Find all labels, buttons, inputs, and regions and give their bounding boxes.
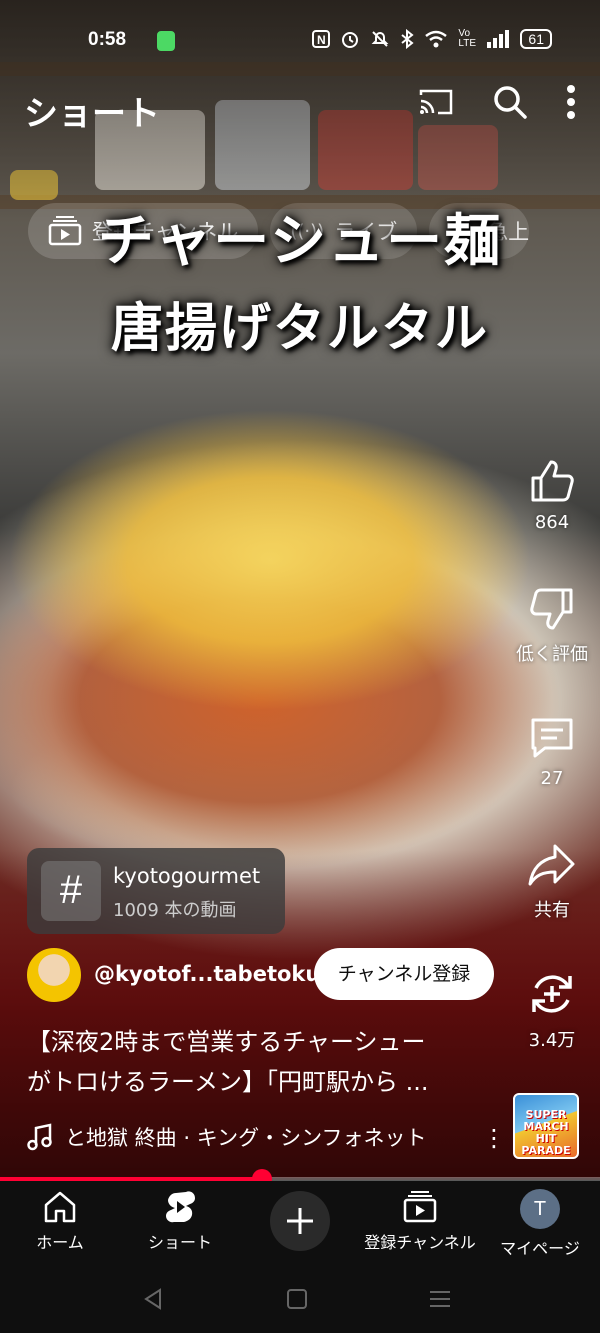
wifi-icon <box>425 30 448 48</box>
svg-text:N: N <box>317 33 326 47</box>
remix-count: 3.4万 <box>528 1030 576 1051</box>
hashtag-name: kyotogourmet <box>113 864 261 888</box>
nfc-icon: N <box>312 30 331 48</box>
share-icon <box>528 844 575 886</box>
comment-icon <box>531 718 573 758</box>
home-icon <box>44 1191 76 1223</box>
top-bar-actions <box>418 84 576 120</box>
nav-label: ショート <box>147 1233 212 1252</box>
thumb-down-icon <box>530 588 573 630</box>
music-note-icon <box>27 1123 52 1151</box>
share-button[interactable]: 共有 <box>504 842 600 922</box>
hashtag-icon: # <box>41 861 101 921</box>
subscriptions-icon <box>403 1191 437 1223</box>
battery-indicator: 61 <box>520 29 552 49</box>
bluetooth-icon <box>401 29 415 49</box>
comment-count: 27 <box>540 768 564 789</box>
status-icons: N Vo LTE 61 <box>312 29 552 49</box>
dislike-button[interactable]: 低く評価 <box>504 586 600 666</box>
battery-saver-icon <box>157 31 175 51</box>
hashtag-card[interactable]: # kyotogourmet 1009 本の動画 <box>27 848 285 934</box>
create-button[interactable] <box>270 1191 330 1251</box>
status-bar: 0:58 N Vo LTE 61 <box>0 22 600 58</box>
thumb-up-icon <box>531 460 574 502</box>
video-caption-line1: チャーシュー麺 <box>97 208 503 274</box>
remix-icon <box>532 975 572 1013</box>
music-row[interactable]: と地獄 終曲 · キング・シンフォネット <box>27 1122 507 1152</box>
nav-label: マイページ <box>500 1239 580 1258</box>
channel-avatar[interactable] <box>27 948 81 1002</box>
music-thumb-text: SUPER MARCH HIT PARADE <box>521 1108 571 1157</box>
remix-button[interactable]: 3.4万 <box>504 970 600 1052</box>
cast-icon[interactable] <box>418 87 454 117</box>
avatar: T <box>520 1189 560 1229</box>
nav-you[interactable]: T マイページ <box>480 1189 600 1259</box>
hashtag-video-count: 1009 本の動画 <box>113 900 237 921</box>
search-icon[interactable] <box>492 84 528 120</box>
music-more-icon[interactable]: ⋮ <box>482 1124 506 1152</box>
home-circle-icon[interactable] <box>286 1287 308 1311</box>
share-label: 共有 <box>534 900 570 921</box>
music-thumbnail[interactable]: SUPER MARCH HIT PARADE <box>513 1093 579 1159</box>
nav-subscriptions[interactable]: 登録チャンネル <box>360 1189 480 1253</box>
back-icon[interactable] <box>142 1287 164 1311</box>
nav-shorts[interactable]: ショート <box>120 1189 240 1253</box>
nav-label: ホーム <box>36 1233 84 1252</box>
signal-icon <box>487 30 510 48</box>
status-time: 0:58 <box>88 29 127 50</box>
alarm-icon <box>342 32 359 48</box>
comments-button[interactable]: 27 <box>504 714 600 789</box>
nav-home[interactable]: ホーム <box>0 1189 120 1253</box>
video-title-line2: がトロけるラーメン】「円町駅から ... <box>27 1068 429 1096</box>
video-title[interactable]: 【深夜2時まで営業するチャーシュー がトロけるラーメン】「円町駅から ... <box>27 1022 497 1102</box>
like-button[interactable]: 864 <box>504 458 600 533</box>
bottom-nav: ホーム ショート 登録チャンネル T マイページ <box>0 1181 600 1267</box>
recents-icon[interactable] <box>428 1287 452 1311</box>
mute-icon <box>372 31 389 47</box>
more-vert-icon[interactable] <box>566 84 576 120</box>
volte-icon: Vo LTE <box>458 28 477 49</box>
system-nav-bar <box>0 1267 600 1333</box>
video-caption-line2: 唐揚げタルタル <box>110 298 489 359</box>
like-count: 864 <box>534 512 570 533</box>
music-track: と地獄 終曲 · キング・シンフォネット <box>65 1126 427 1150</box>
video-title-line1: 【深夜2時まで営業するチャーシュー <box>27 1028 426 1056</box>
page-title: ショート <box>24 94 160 134</box>
subscribe-button[interactable]: チャンネル登録 <box>314 948 494 1000</box>
create-icon <box>287 1208 313 1234</box>
nav-label: 登録チャンネル <box>364 1233 476 1252</box>
dislike-label: 低く評価 <box>516 644 588 665</box>
shorts-icon <box>166 1191 195 1223</box>
channel-handle[interactable]: @kyotof...tabetoku <box>94 962 320 986</box>
